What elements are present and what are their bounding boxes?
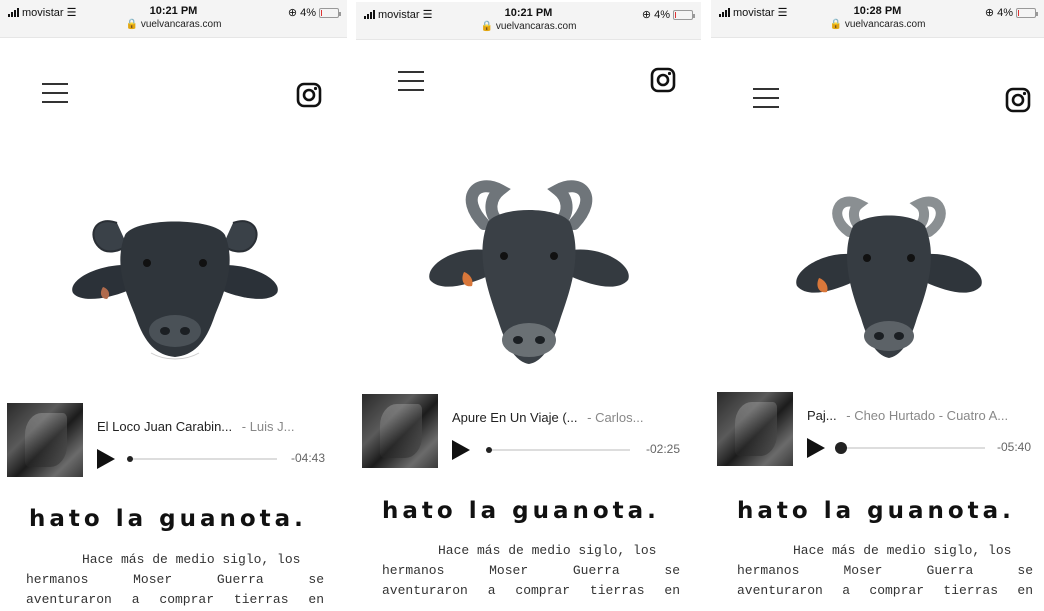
status-bar: movistar ☰ 10:21 PM 🔒 vuelvancaras.com ⊕… xyxy=(356,2,701,40)
lock-icon: 🔒 xyxy=(829,19,843,30)
intro-paragraph: Hace más de medio siglo, los hermanos Mo… xyxy=(26,552,324,607)
instagram-icon[interactable] xyxy=(296,82,322,108)
screen-3: movistar ☰ 10:28 PM 🔒 vuelvancaras.com ⊕… xyxy=(711,0,1044,611)
track-title: Apure En Un Viaje (... xyxy=(452,410,578,425)
screen-2: movistar ☰ 10:21 PM 🔒 vuelvancaras.com ⊕… xyxy=(356,0,701,611)
time-remaining: -05:40 xyxy=(997,440,1032,454)
address-url[interactable]: 🔒 vuelvancaras.com xyxy=(356,21,701,32)
album-cover xyxy=(717,392,793,466)
audio-player: El Loco Juan Carabin... - Luis J... -04:… xyxy=(7,403,337,481)
album-cover xyxy=(7,403,83,477)
audio-player: Paj... - Cheo Hurtado - Cuatro A... -05:… xyxy=(717,392,1043,470)
orientation-lock-icon: ⊕ xyxy=(641,9,652,21)
progress-knob[interactable] xyxy=(486,447,492,453)
orientation-lock-icon: ⊕ xyxy=(287,7,298,19)
hamburger-menu-icon[interactable] xyxy=(753,87,779,109)
track-info: Paj... - Cheo Hurtado - Cuatro A... xyxy=(807,408,1039,423)
buffalo-image xyxy=(429,180,629,364)
lock-icon: 🔒 xyxy=(125,19,139,30)
page-heading: hato la guanota. xyxy=(29,506,307,532)
progress-slider[interactable] xyxy=(835,442,985,454)
instagram-icon[interactable] xyxy=(1005,87,1031,113)
intro-paragraph: Hace más de medio siglo, los hermanos Mo… xyxy=(382,543,680,598)
page-heading: hato la guanota. xyxy=(382,498,660,524)
buffalo-image xyxy=(796,196,982,358)
track-info: El Loco Juan Carabin... - Luis J... xyxy=(97,419,331,434)
status-bar: movistar ☰ 10:28 PM 🔒 vuelvancaras.com ⊕… xyxy=(711,0,1044,38)
battery-icon xyxy=(319,7,341,18)
album-cover xyxy=(362,394,438,468)
address-url[interactable]: 🔒 vuelvancaras.com xyxy=(711,19,1044,30)
time-remaining: -04:43 xyxy=(291,451,326,465)
track-info: Apure En Un Viaje (... - Carlos... xyxy=(452,410,686,425)
track-artist: - Carlos... xyxy=(587,410,644,425)
play-icon[interactable] xyxy=(807,438,825,458)
progress-knob[interactable] xyxy=(127,456,133,462)
orientation-lock-icon: ⊕ xyxy=(984,7,995,19)
screen-1: movistar ☰ 10:21 PM 🔒 vuelvancaras.com ⊕… xyxy=(0,0,347,611)
play-icon[interactable] xyxy=(97,449,115,469)
intro-paragraph: Hace más de medio siglo, los hermanos Mo… xyxy=(737,543,1033,598)
page-heading: hato la guanota. xyxy=(737,498,1015,524)
time-remaining: -02:25 xyxy=(646,442,681,456)
track-artist: - Luis J... xyxy=(241,419,295,434)
instagram-icon[interactable] xyxy=(650,67,676,93)
battery-percent: 4% xyxy=(300,6,316,19)
status-bar: movistar ☰ 10:21 PM 🔒 vuelvancaras.com ⊕… xyxy=(0,0,347,38)
track-artist: - Cheo Hurtado - Cuatro A... xyxy=(846,408,1009,423)
track-title: Paj... xyxy=(807,408,837,423)
battery-icon xyxy=(1016,7,1038,18)
battery-icon xyxy=(673,9,695,20)
play-icon[interactable] xyxy=(452,440,470,460)
hamburger-menu-icon[interactable] xyxy=(398,70,424,92)
progress-slider[interactable] xyxy=(127,456,277,462)
lock-icon: 🔒 xyxy=(480,21,494,32)
battery-percent: 4% xyxy=(997,6,1013,19)
hamburger-menu-icon[interactable] xyxy=(42,82,68,104)
track-title: El Loco Juan Carabin... xyxy=(97,419,233,434)
battery-percent: 4% xyxy=(654,8,670,21)
progress-slider[interactable] xyxy=(486,447,630,453)
buffalo-image xyxy=(72,220,278,360)
address-url[interactable]: 🔒 vuelvancaras.com xyxy=(0,19,347,30)
progress-knob[interactable] xyxy=(835,442,847,454)
audio-player: Apure En Un Viaje (... - Carlos... -02:2… xyxy=(362,394,692,472)
